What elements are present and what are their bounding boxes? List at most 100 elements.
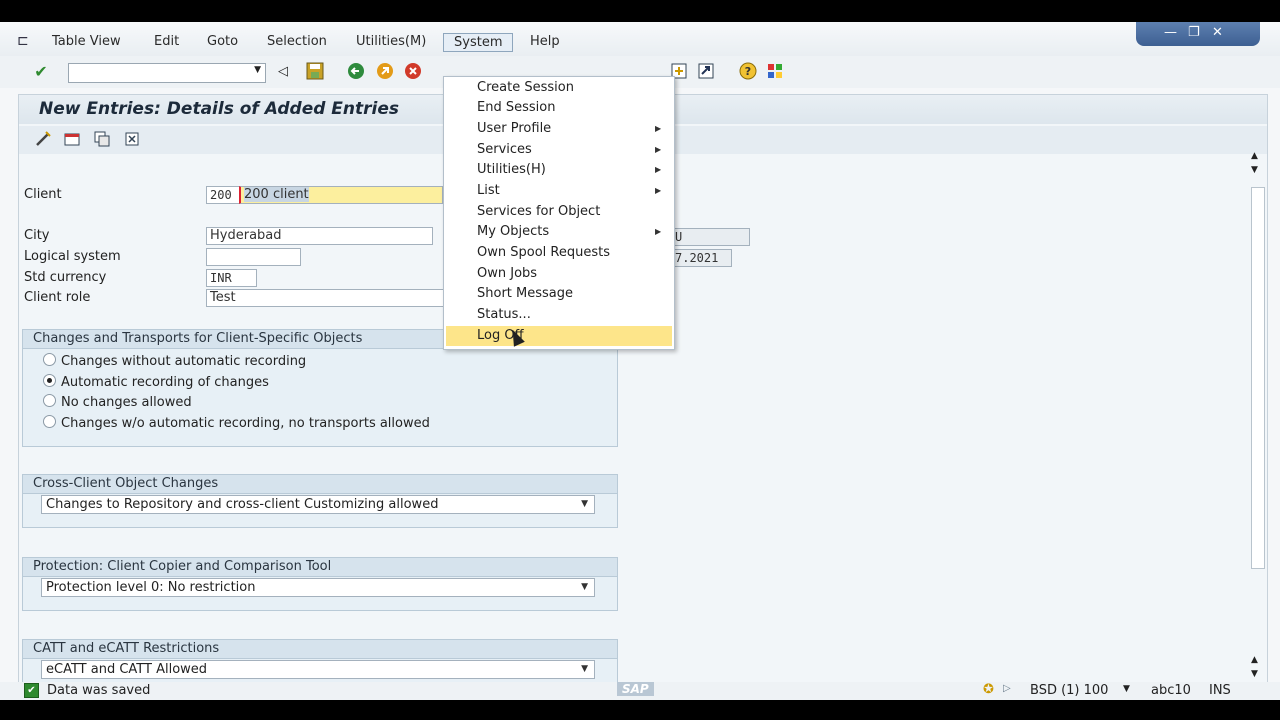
chevron-down-icon[interactable]: ▼ (254, 65, 261, 75)
radio-button[interactable] (43, 415, 56, 428)
chevron-down-icon[interactable]: ▼ (581, 579, 588, 596)
submenu-arrow-icon: ▶ (655, 124, 662, 133)
menu-item-log-off[interactable]: Log Off (446, 326, 672, 346)
radio-label: Automatic recording of changes (61, 375, 269, 390)
scroll-thumb[interactable] (1251, 187, 1265, 569)
page-title: New Entries: Details of Added Entries (39, 99, 400, 119)
radio-option-automatic-recording[interactable]: Automatic recording of changes (43, 374, 269, 390)
menu-item-status[interactable]: Status... (444, 305, 674, 325)
new-entries-icon[interactable] (62, 130, 82, 150)
menu-item-label: List (477, 183, 500, 198)
back-icon[interactable] (346, 62, 366, 82)
std-currency-label: Std currency (24, 270, 107, 285)
catt-dropdown[interactable]: eCATT and CATT Allowed ▼ (41, 660, 595, 679)
status-message[interactable]: Data was saved (47, 683, 150, 698)
menu-item-utilities[interactable]: Utilities(H) ▶ (444, 160, 674, 180)
radio-option-no-changes[interactable]: No changes allowed (43, 394, 192, 410)
menu-item-label: Create Session (477, 80, 574, 95)
cross-client-dropdown[interactable]: Changes to Repository and cross-client C… (41, 495, 595, 514)
dropdown-value: Protection level 0: No restriction (46, 580, 256, 595)
cross-client-group: Cross-Client Object Changes Changes to R… (22, 474, 618, 528)
client-role-label: Client role (24, 290, 91, 305)
cancel-icon[interactable] (403, 62, 423, 82)
std-currency-field[interactable]: INR (206, 269, 257, 287)
back-triangle-icon[interactable]: ◁ (273, 62, 293, 82)
change-display-icon[interactable] (33, 130, 53, 150)
chevron-down-icon[interactable]: ▼ (581, 661, 588, 678)
radio-option-no-transports[interactable]: Changes w/o automatic recording, no tran… (43, 415, 430, 431)
chevron-down-icon[interactable]: ▼ (1123, 684, 1130, 694)
copy-as-icon[interactable] (92, 130, 112, 150)
radio-button[interactable] (43, 353, 56, 366)
restore-button[interactable]: ❐ (1188, 25, 1200, 40)
system-menu-dropdown: Create Session End Session User Profile ▶… (443, 76, 675, 350)
menu-item-label: Utilities(H) (477, 162, 546, 177)
menu-item-label: Services (477, 142, 532, 157)
menu-edit[interactable]: Edit (154, 34, 179, 49)
protection-group: Protection: Client Copier and Comparison… (22, 557, 618, 611)
command-field[interactable]: ▼ (68, 63, 266, 83)
changed-by-field: U (671, 228, 750, 246)
menu-item-user-profile[interactable]: User Profile ▶ (444, 119, 674, 139)
radio-label: No changes allowed (61, 395, 192, 410)
menu-item-short-message[interactable]: Short Message (444, 284, 674, 304)
dropdown-value: eCATT and CATT Allowed (46, 662, 208, 677)
insert-mode[interactable]: INS (1209, 683, 1231, 698)
menu-item-my-objects[interactable]: My Objects ▶ (444, 222, 674, 242)
system-info: BSD (1) 100 (1030, 683, 1109, 698)
success-check-icon: ✔ (24, 683, 39, 698)
menu-utilities[interactable]: Utilities(M) (356, 34, 426, 49)
city-field[interactable]: Hyderabad (206, 227, 433, 245)
play-triangle-icon[interactable]: ▷ (1003, 683, 1011, 694)
menu-table-view[interactable]: Table View (52, 34, 121, 49)
menu-item-own-spool-requests[interactable]: Own Spool Requests (444, 243, 674, 263)
window-controls: — ❐ ✕ (1136, 22, 1260, 46)
menu-item-own-jobs[interactable]: Own Jobs (444, 264, 674, 284)
menu-selection[interactable]: Selection (267, 34, 327, 49)
scroll-up-icon[interactable]: ▲ (1251, 151, 1258, 161)
exit-icon[interactable] (375, 62, 395, 82)
shortcut-icon[interactable] (696, 62, 716, 82)
group-title: CATT and eCATT Restrictions (23, 640, 617, 659)
menu-icon[interactable]: ⊏ (17, 33, 29, 49)
scroll-up-icon[interactable]: ▲ (1251, 655, 1258, 665)
client-description-text: 200 client (244, 187, 309, 202)
delete-icon[interactable] (122, 130, 142, 150)
close-button[interactable]: ✕ (1212, 25, 1223, 40)
menu-item-services[interactable]: Services ▶ (444, 140, 674, 160)
menu-item-end-session[interactable]: End Session (444, 98, 674, 118)
help-icon[interactable]: ? (738, 62, 758, 82)
protection-dropdown[interactable]: Protection level 0: No restriction ▼ (41, 578, 595, 597)
menu-item-create-session[interactable]: Create Session (444, 78, 674, 98)
menu-item-list[interactable]: List ▶ (444, 181, 674, 201)
menu-help[interactable]: Help (530, 34, 560, 49)
scroll-down-icon[interactable]: ▼ (1251, 669, 1258, 679)
client-role-field[interactable]: Test (206, 289, 451, 307)
client-description-field[interactable]: 200 client (239, 186, 443, 204)
layout-icon[interactable] (765, 62, 785, 82)
sap-window: ⊏ Table View Edit Goto Selection Utiliti… (0, 22, 1280, 700)
menu-item-services-for-object[interactable]: Services for Object (444, 202, 674, 222)
help-hint-icon[interactable]: ✪ (983, 682, 994, 697)
menu-goto[interactable]: Goto (207, 34, 238, 49)
radio-button-selected[interactable] (43, 374, 56, 387)
vertical-scrollbar[interactable]: ▲ ▼ ▲ ▼ (1248, 151, 1265, 699)
logical-system-label: Logical system (24, 249, 121, 264)
status-bar: ✔ Data was saved SAP ✪ ▷ BSD (1) 100 ▼ a… (0, 682, 1280, 700)
scroll-down-icon[interactable]: ▼ (1251, 165, 1258, 175)
save-icon[interactable] (305, 62, 325, 82)
chevron-down-icon[interactable]: ▼ (581, 496, 588, 513)
menu-item-label: Short Message (477, 286, 573, 301)
logical-system-field[interactable] (206, 248, 301, 266)
minimize-button[interactable]: — (1164, 25, 1177, 40)
radio-button[interactable] (43, 394, 56, 407)
radio-option-no-recording[interactable]: Changes without automatic recording (43, 353, 306, 369)
menu-bar: ⊏ Table View Edit Goto Selection Utiliti… (0, 22, 1280, 56)
menu-system[interactable]: System (443, 33, 514, 52)
menu-item-label: Own Spool Requests (477, 245, 610, 260)
enter-checkmark-icon[interactable]: ✔ (31, 62, 51, 82)
dropdown-value: Changes to Repository and cross-client C… (46, 497, 439, 512)
menu-item-label: User Profile (477, 121, 552, 136)
submenu-arrow-icon: ▶ (655, 186, 662, 195)
client-number-field[interactable]: 200 (206, 186, 241, 204)
